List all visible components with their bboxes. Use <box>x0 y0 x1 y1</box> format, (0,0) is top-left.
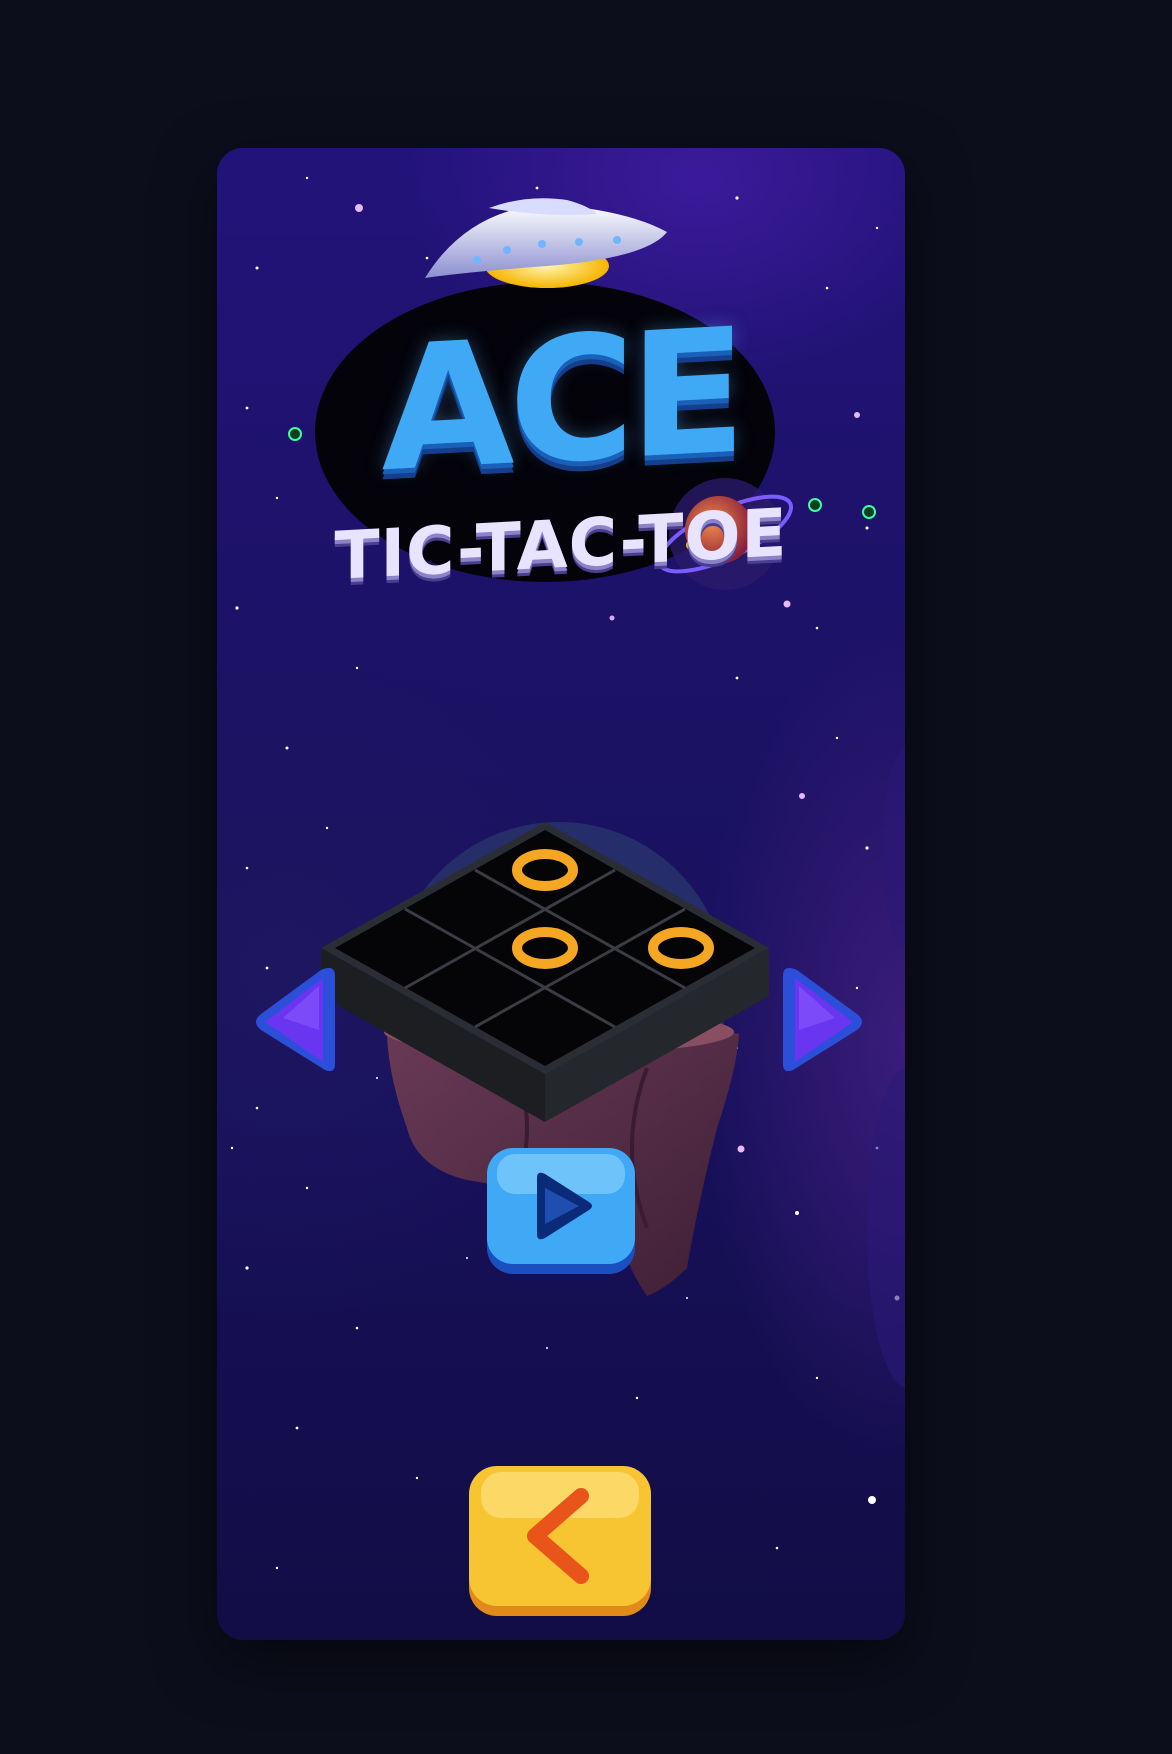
previous-board-button[interactable] <box>249 960 337 1080</box>
game-card: ACE TIC-TAC-TOE <box>217 148 905 1640</box>
back-button[interactable] <box>463 1462 657 1620</box>
game-logo: ACE TIC-TAC-TOE <box>217 148 905 668</box>
board-preview <box>217 728 905 1488</box>
ufo-icon <box>425 198 667 288</box>
chevron-left-icon <box>469 1466 651 1616</box>
play-button[interactable] <box>481 1144 641 1280</box>
next-board-button[interactable] <box>781 960 869 1080</box>
play-icon <box>487 1148 635 1274</box>
arrow-right-icon <box>783 968 862 1072</box>
arrow-left-icon <box>256 968 335 1072</box>
logo-title-main: ACE <box>381 290 741 511</box>
